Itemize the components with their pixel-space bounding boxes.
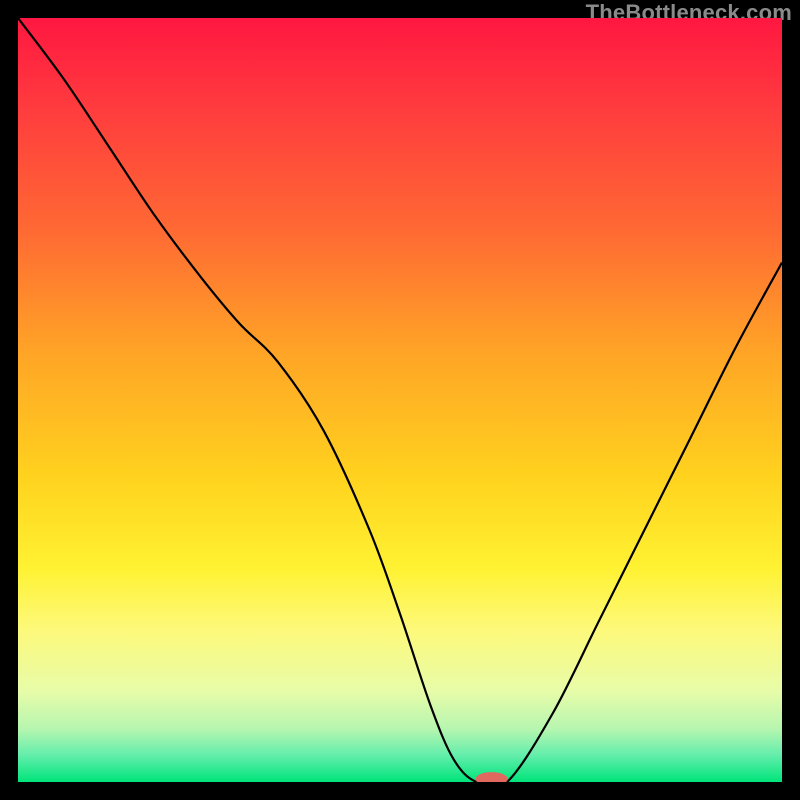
chart-background [18, 18, 782, 782]
chart-plot-area [18, 18, 782, 782]
chart-svg [18, 18, 782, 782]
chart-frame: TheBottleneck.com [0, 0, 800, 800]
